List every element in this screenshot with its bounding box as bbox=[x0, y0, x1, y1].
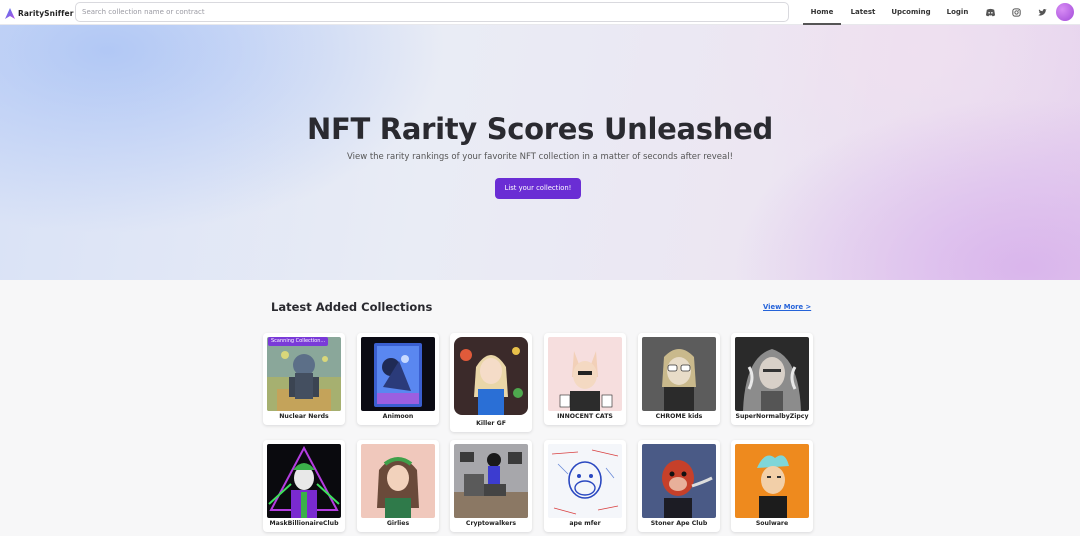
collection-card[interactable]: Cryptowalkers bbox=[450, 440, 532, 532]
section-title: Latest Added Collections bbox=[271, 300, 433, 314]
collection-card[interactable]: SuperNormalbyZipcy bbox=[731, 333, 813, 425]
brand-logo-icon bbox=[5, 7, 15, 19]
collection-image bbox=[735, 444, 809, 518]
collection-name: Nuclear Nerds bbox=[279, 413, 329, 420]
user-avatar[interactable] bbox=[1056, 3, 1074, 21]
collection-name: CHROME kids bbox=[655, 413, 703, 420]
hero-subtitle: View the rarity rankings of your favorit… bbox=[346, 152, 734, 162]
collection-image bbox=[267, 444, 341, 518]
scanning-badge: Scanning Collection... bbox=[268, 337, 329, 346]
discord-icon[interactable] bbox=[985, 7, 996, 18]
collection-card[interactable]: Animoon bbox=[357, 333, 439, 425]
collection-image bbox=[361, 444, 435, 518]
collection-name: Cryptowalkers bbox=[465, 520, 517, 527]
instagram-icon[interactable] bbox=[1011, 7, 1022, 18]
collection-name: Stoner Ape Club bbox=[650, 520, 708, 527]
nav-home[interactable]: Home bbox=[803, 0, 841, 25]
collection-image bbox=[548, 444, 622, 518]
collection-image bbox=[548, 337, 622, 411]
collection-image bbox=[267, 337, 341, 411]
nav-upcoming[interactable]: Upcoming bbox=[888, 0, 934, 25]
collection-card[interactable]: Scanning Collection... Nuclear Nerds bbox=[263, 333, 345, 425]
brand-name: RaritySniffer bbox=[18, 8, 74, 18]
search-input[interactable] bbox=[75, 2, 789, 22]
collection-image bbox=[642, 337, 716, 411]
collection-card[interactable]: Girlies bbox=[357, 440, 439, 532]
collection-card[interactable]: INNOCENT CATS bbox=[544, 333, 626, 425]
top-navbar: RaritySniffer Home Latest Upcoming Login bbox=[0, 0, 1080, 25]
collection-name: Killer GF bbox=[476, 420, 506, 427]
collection-card[interactable]: Stoner Ape Club bbox=[638, 440, 720, 532]
collection-image bbox=[361, 337, 435, 411]
collection-name: MaskBillionaireClub bbox=[269, 520, 339, 527]
collection-image bbox=[454, 444, 528, 518]
collection-name: INNOCENT CATS bbox=[557, 413, 613, 420]
nav-latest[interactable]: Latest bbox=[847, 0, 879, 25]
collection-name: ape mfer bbox=[569, 520, 601, 527]
collection-name: SuperNormalbyZipcy bbox=[735, 413, 809, 420]
collection-image bbox=[642, 444, 716, 518]
collection-card[interactable]: Killer GF bbox=[450, 333, 532, 432]
collection-card[interactable]: CHROME kids bbox=[638, 333, 720, 425]
collection-card[interactable]: MaskBillionaireClub bbox=[263, 440, 345, 532]
collection-image bbox=[454, 337, 528, 415]
collection-card[interactable]: Soulware bbox=[731, 440, 813, 532]
nav-login[interactable]: Login bbox=[943, 0, 972, 25]
view-more-link[interactable]: View More > bbox=[763, 303, 811, 311]
twitter-icon[interactable] bbox=[1037, 7, 1048, 18]
hero-title: NFT Rarity Scores Unleashed bbox=[307, 112, 773, 146]
collection-name: Animoon bbox=[382, 413, 414, 420]
collection-name: Soulware bbox=[755, 520, 789, 527]
hero-banner: NFT Rarity Scores Unleashed View the rar… bbox=[0, 25, 1080, 280]
collection-image bbox=[735, 337, 809, 411]
list-collection-button[interactable]: List your collection! bbox=[495, 178, 581, 199]
collection-name: Girlies bbox=[386, 520, 410, 527]
brand[interactable]: RaritySniffer bbox=[5, 6, 74, 20]
collection-card[interactable]: ape mfer bbox=[544, 440, 626, 532]
